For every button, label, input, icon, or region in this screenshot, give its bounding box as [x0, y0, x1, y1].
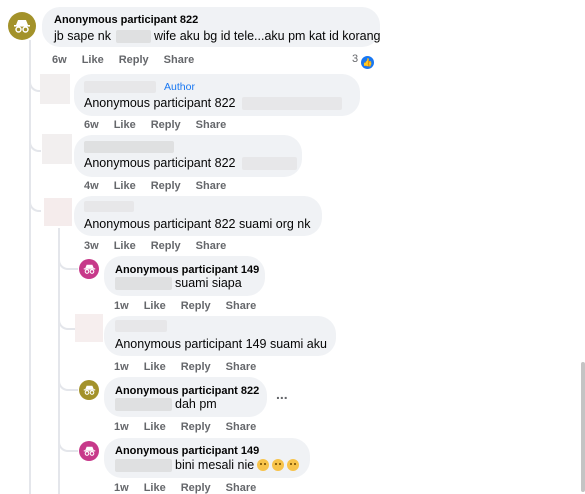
redacted-avatar	[44, 198, 72, 226]
comment-time[interactable]: 1w	[114, 482, 129, 494]
crying-face-icon	[272, 459, 285, 471]
comment-text: wife aku bg id tele...aku pm kat id kora…	[154, 29, 381, 43]
like-button[interactable]: Like	[144, 421, 166, 433]
reply-button[interactable]: Reply	[181, 482, 211, 494]
like-button[interactable]: Like	[144, 361, 166, 373]
comment-time[interactable]: 6w	[52, 54, 67, 66]
anonymous-avatar[interactable]	[79, 441, 99, 461]
redacted-avatar	[75, 314, 103, 342]
comment-actions: 3w Like Reply Share	[84, 240, 241, 252]
share-button[interactable]: Share	[226, 361, 257, 373]
like-button[interactable]: Like	[144, 482, 166, 494]
reply-button[interactable]: Reply	[151, 240, 181, 252]
comment-actions: 4w Like Reply Share	[84, 180, 241, 192]
anonymous-avatar[interactable]	[79, 380, 99, 400]
comment-text: jb sape nk	[54, 29, 111, 43]
comment-time[interactable]: 1w	[114, 361, 129, 373]
comment-actions: 6w Like Reply Share	[84, 119, 241, 131]
comment-time[interactable]: 3w	[84, 240, 99, 252]
redacted-text	[115, 459, 172, 472]
comment-text: Anonymous participant 822	[84, 96, 236, 110]
incognito-icon	[83, 385, 95, 395]
share-button[interactable]: Share	[196, 119, 227, 131]
comment-text: Anonymous participant 822 suami org nk	[84, 217, 311, 231]
comment-text-content: bini mesali nie	[175, 458, 255, 472]
share-button[interactable]: Share	[226, 482, 257, 494]
thread-branch	[58, 438, 78, 452]
comment-text: dah pm	[175, 397, 217, 411]
crying-face-icon	[257, 459, 270, 471]
thread-branch	[58, 256, 78, 270]
like-reaction-icon: 👍	[361, 56, 375, 69]
comment-time[interactable]: 1w	[114, 300, 129, 312]
incognito-icon	[83, 446, 95, 456]
comment-text: bini mesali nie	[175, 458, 300, 472]
comment-actions: 1w Like Reply Share	[114, 482, 271, 494]
reply-button[interactable]: Reply	[181, 361, 211, 373]
comment-time[interactable]: 4w	[84, 180, 99, 192]
incognito-icon	[14, 20, 30, 33]
share-button[interactable]: Share	[226, 421, 257, 433]
redacted-avatar	[42, 134, 72, 164]
redacted-text	[115, 398, 172, 411]
more-options-button[interactable]: ...	[276, 386, 288, 402]
share-button[interactable]: Share	[196, 240, 227, 252]
comment-author[interactable]: Anonymous participant 822	[54, 14, 198, 26]
redacted-name	[115, 320, 167, 332]
comment-actions: 1w Like Reply Share	[114, 361, 271, 373]
comment-text: suami siapa	[175, 276, 242, 290]
thread-branch	[58, 377, 78, 391]
redacted-name	[84, 201, 134, 212]
reaction-count[interactable]: 3 👍	[352, 53, 375, 69]
anonymous-avatar[interactable]	[8, 12, 36, 40]
incognito-icon	[83, 264, 95, 274]
comment-actions: 1w Like Reply Share	[114, 300, 271, 312]
comment-actions: 1w Like Reply Share	[114, 421, 271, 433]
thread-line-main	[29, 40, 31, 494]
share-button[interactable]: Share	[196, 180, 227, 192]
reply-button[interactable]: Reply	[181, 300, 211, 312]
redacted-name	[84, 141, 174, 153]
comment-text: Anonymous participant 822	[84, 156, 236, 170]
reaction-number: 3	[352, 53, 359, 65]
crying-face-icon	[287, 459, 300, 471]
share-button[interactable]: Share	[226, 300, 257, 312]
redacted-text	[242, 97, 342, 110]
comment-actions: 6w Like Reply Share	[52, 54, 209, 66]
comment-author[interactable]: Anonymous participant 149	[115, 264, 259, 276]
redacted-text	[115, 277, 172, 290]
redacted-name	[84, 81, 156, 93]
like-button[interactable]: Like	[114, 119, 136, 131]
comment-author[interactable]: Anonymous participant 149	[115, 445, 259, 457]
author-badge: Author	[164, 81, 195, 93]
redacted-text	[116, 30, 151, 43]
anonymous-avatar[interactable]	[79, 259, 99, 279]
redacted-text	[242, 157, 297, 170]
reply-button[interactable]: Reply	[151, 119, 181, 131]
share-button[interactable]: Share	[164, 54, 195, 66]
reply-button[interactable]: Reply	[181, 421, 211, 433]
scrollbar[interactable]	[581, 362, 585, 492]
comment-time[interactable]: 1w	[114, 421, 129, 433]
redacted-avatar	[40, 74, 70, 104]
like-button[interactable]: Like	[114, 180, 136, 192]
thread-line-sub	[58, 228, 60, 494]
like-button[interactable]: Like	[144, 300, 166, 312]
reply-button[interactable]: Reply	[119, 54, 149, 66]
like-button[interactable]: Like	[114, 240, 136, 252]
reply-button[interactable]: Reply	[151, 180, 181, 192]
comment-author[interactable]: Anonymous participant 822	[115, 385, 259, 397]
like-button[interactable]: Like	[82, 54, 104, 66]
comment-time[interactable]: 6w	[84, 119, 99, 131]
comment-text: Anonymous participant 149 suami aku	[115, 337, 327, 351]
